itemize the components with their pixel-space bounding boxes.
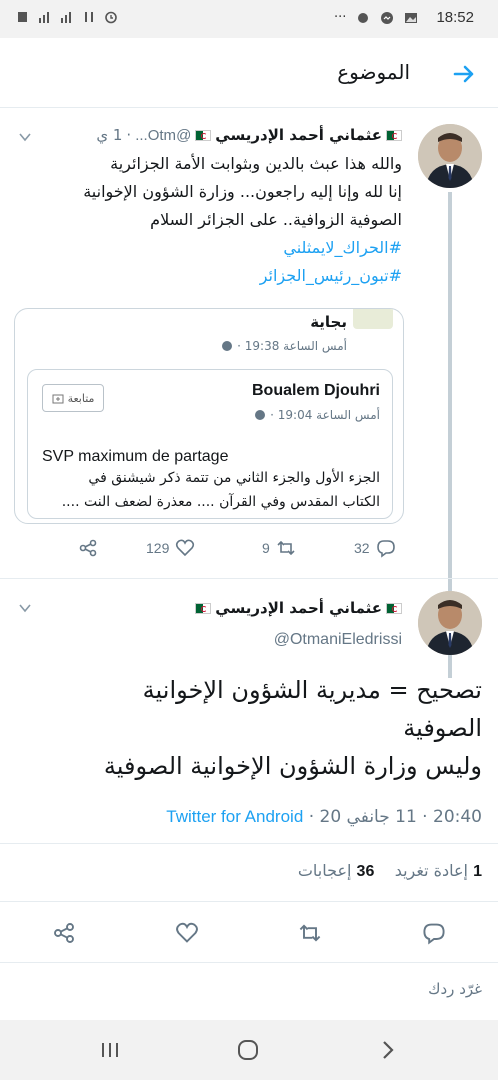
dot-separator: ·: [126, 126, 132, 144]
status-bar: ··· 18:52: [0, 0, 498, 38]
page-title: الموضوع: [337, 60, 410, 84]
tweet-body: والله هذا عبث بالدين وبثوابت الأمة الجزا…: [22, 150, 402, 290]
page-thumbnail: [353, 309, 393, 329]
status-icons-right: ··· 18:52: [334, 9, 474, 26]
share-icon[interactable]: [52, 921, 76, 945]
algeria-flag-icon: [386, 129, 402, 141]
tweet-line: والله هذا عبث بالدين وبثوابت الأمة الجزا…: [110, 154, 402, 173]
like-count: 129: [146, 540, 170, 556]
post-author[interactable]: Boualem Djouhri: [252, 382, 380, 400]
hashtag-link[interactable]: #الحراك_لايمثلني: [22, 234, 402, 262]
main-tweet: عثماني أحمد الإدريسي @OtmaniEledrissi تص…: [0, 578, 498, 978]
avatar[interactable]: [418, 124, 482, 188]
tweet-line: الصوفية: [403, 714, 482, 742]
author-name[interactable]: عثماني أحمد الإدريسي: [215, 599, 382, 617]
status-icons-left: [16, 10, 118, 24]
page-name: بجاية: [310, 313, 347, 331]
page-time: أمس الساعة 19:38 ·: [237, 339, 347, 353]
tweet-line: الصوفية الزوافية.. على الجزائر السلام: [150, 210, 402, 229]
chevron-down-icon[interactable]: [18, 601, 32, 615]
share-icon: [79, 539, 97, 557]
reply-icon: [376, 540, 395, 558]
back-arrow-icon[interactable]: [450, 60, 478, 88]
tweet-line: تصحيح = مديرية الشؤون الإخوانية: [142, 676, 482, 704]
tweet-source-link[interactable]: Twitter for Android: [166, 807, 303, 826]
time-ago: 1 ي: [96, 126, 123, 144]
divider: [0, 962, 498, 963]
retweet-icon: [277, 540, 295, 556]
reply-button[interactable]: 32: [354, 538, 396, 558]
more-dots-icon: ···: [334, 10, 347, 25]
retweet-icon[interactable]: [298, 921, 322, 945]
tweet-header: عثماني أحمد الإدريسي: [195, 599, 402, 617]
divider: [0, 843, 498, 844]
back-nav-icon[interactable]: [376, 1038, 400, 1062]
post-time: أمس الساعة 19:04 ·: [270, 408, 380, 422]
author-handle[interactable]: @Otm...: [135, 127, 191, 144]
reply-input[interactable]: غرّد ردك: [428, 980, 482, 998]
gallery-icon: [405, 12, 418, 23]
algeria-flag-icon: [195, 602, 212, 614]
app-icon: [358, 12, 369, 23]
tweet-meta: 20:40 · 11 جانفي 20 · Twitter for Androi…: [166, 807, 482, 827]
likes-count[interactable]: 36: [357, 863, 375, 880]
avatar-photo: [418, 124, 482, 188]
retweet-count: 9: [262, 540, 270, 556]
like-button[interactable]: 129: [146, 538, 195, 558]
tweet-body: تصحيح = مديرية الشؤون الإخوانية الصوفية …: [14, 671, 482, 785]
notification-icon: [18, 12, 27, 22]
app-header: الموضوع: [0, 38, 498, 108]
globe-icon: [222, 341, 233, 351]
page-time-row: أمس الساعة 19:38 ·: [221, 339, 347, 353]
data-icon: [85, 12, 93, 22]
heart-icon[interactable]: [175, 921, 199, 945]
engagement-stats: 1 إعادة تغريد 36 إعجابات: [298, 861, 482, 881]
heart-icon: [176, 539, 195, 557]
hashtag-link[interactable]: #تبون_رئيس_الجزائر: [22, 262, 402, 290]
post-text-line: الكتاب المقدس وفي القرآن .... معذرة لضعف…: [61, 494, 380, 510]
tweet-header: عثماني أحمد الإدريسي @Otm... · 1 ي: [96, 126, 402, 144]
tweet-line: إنا لله وإنا إليه راجعون... وزارة الشؤون…: [83, 182, 402, 201]
reply-icon[interactable]: [422, 921, 446, 945]
tweet-timestamp: 20:40 · 11 جانفي 20 ·: [308, 807, 482, 827]
algeria-flag-icon: [386, 602, 402, 614]
author-handle[interactable]: @OtmaniEledrissi: [274, 631, 402, 649]
globe-icon: [255, 410, 266, 420]
status-time: 18:52: [436, 9, 474, 26]
tweet-line: وليس وزارة الشؤون الإخوانية الصوفية: [103, 752, 482, 780]
post-time-row: أمس الساعة 19:04 ·: [254, 408, 380, 422]
chevron-down-icon[interactable]: [18, 130, 32, 144]
android-nav-bar: [0, 1020, 498, 1080]
alarm-icon: [105, 11, 117, 24]
follow-button[interactable]: متابعة: [42, 384, 104, 412]
thread-tweet[interactable]: عثماني أحمد الإدريسي @Otm... · 1 ي والله…: [0, 108, 498, 678]
messenger-icon: [381, 11, 394, 24]
retweet-button[interactable]: 9: [262, 538, 296, 558]
post-text-line: الجزء الأول والجزء الثاني من تتمة ذكر شي…: [88, 470, 380, 486]
signal-icon-2: [61, 12, 71, 23]
retweet-count[interactable]: 1: [473, 863, 482, 880]
follow-label: متابعة: [67, 391, 95, 405]
quoted-post-card[interactable]: بجاية أمس الساعة 19:38 · متابعة Boualem …: [14, 308, 404, 524]
algeria-flag-icon: [195, 129, 212, 141]
share-button[interactable]: [78, 538, 98, 558]
author-name[interactable]: عثماني أحمد الإدريسي: [215, 126, 382, 144]
avatar-photo: [418, 591, 482, 655]
likes-label[interactable]: إعجابات: [298, 861, 352, 880]
post-text-latin: SVP maximum de partage: [42, 448, 229, 465]
home-icon[interactable]: [236, 1038, 260, 1062]
signal-icon: [39, 12, 49, 23]
reply-count: 32: [354, 540, 370, 556]
inner-post-card[interactable]: متابعة Boualem Djouhri أمس الساعة 19:04 …: [27, 369, 393, 519]
avatar[interactable]: [418, 591, 482, 655]
recent-apps-icon[interactable]: [98, 1038, 122, 1062]
add-follow-icon: [52, 394, 64, 404]
divider: [0, 901, 498, 902]
retweet-label[interactable]: إعادة تغريد: [395, 861, 468, 880]
